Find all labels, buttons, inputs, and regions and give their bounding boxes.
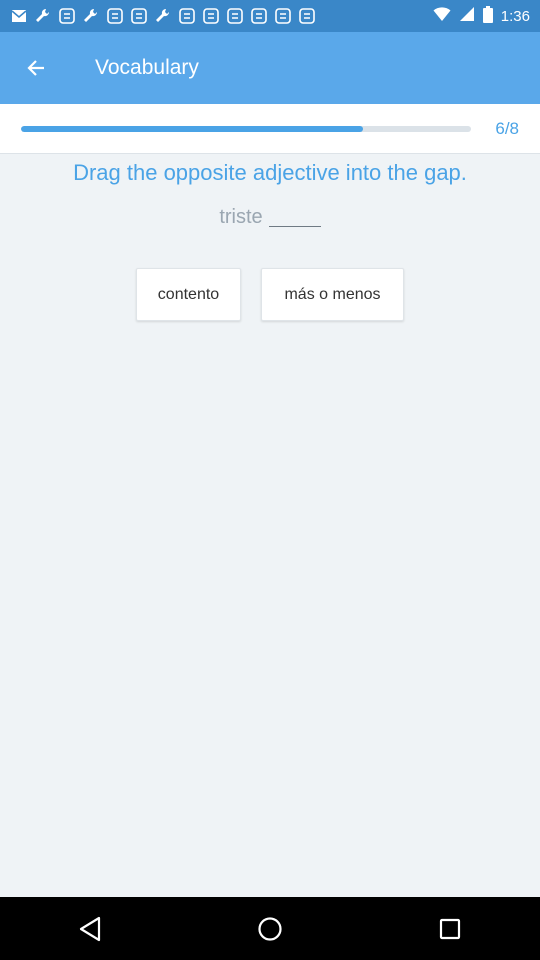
arrow-left-icon xyxy=(27,60,44,76)
progress-count: 6/8 xyxy=(495,119,519,138)
prompt-sentence: triste xyxy=(0,206,540,229)
progress-bar xyxy=(21,126,471,132)
currency-icon xyxy=(202,7,220,25)
currency-icon xyxy=(250,7,268,25)
wrench-icon xyxy=(154,7,172,25)
notification-icons xyxy=(10,6,316,26)
system-status: 1:36 xyxy=(433,5,530,27)
mail-icon xyxy=(10,7,28,25)
circle-home-icon xyxy=(258,916,282,941)
signal-icon xyxy=(459,6,475,26)
option-chip-mas-o-menos[interactable]: más o menos xyxy=(261,268,404,321)
system-nav-bar xyxy=(0,897,540,960)
currency-icon xyxy=(226,7,244,25)
currency-icon xyxy=(274,7,292,25)
answer-gap[interactable] xyxy=(268,226,321,227)
option-chip-contento[interactable]: contento xyxy=(136,268,241,321)
nav-back-button[interactable] xyxy=(60,904,120,954)
currency-icon xyxy=(178,7,196,25)
app-bar: Vocabulary xyxy=(0,32,540,104)
prompt-word: triste xyxy=(219,206,263,228)
nav-home-button[interactable] xyxy=(240,904,300,954)
wrench-icon xyxy=(34,7,52,25)
currency-icon xyxy=(298,7,316,25)
answer-options: contento más o menos xyxy=(0,268,540,321)
currency-icon xyxy=(130,7,148,25)
page-title: Vocabulary xyxy=(95,56,199,79)
currency-icon xyxy=(58,7,76,25)
progress-section: 6/8 xyxy=(0,104,540,154)
status-bar: 1:36 xyxy=(0,0,540,32)
instruction-text: Drag the opposite adjective into the gap… xyxy=(73,160,467,185)
nav-recents-button[interactable] xyxy=(420,904,480,954)
currency-icon xyxy=(106,7,124,25)
back-button[interactable] xyxy=(14,46,58,90)
battery-icon xyxy=(482,5,493,27)
progress-fill xyxy=(21,126,363,132)
wrench-icon xyxy=(82,7,100,25)
wifi-icon xyxy=(433,6,451,26)
square-recents-icon xyxy=(439,918,461,939)
triangle-back-icon xyxy=(79,916,101,941)
clock-time: 1:36 xyxy=(500,7,530,25)
